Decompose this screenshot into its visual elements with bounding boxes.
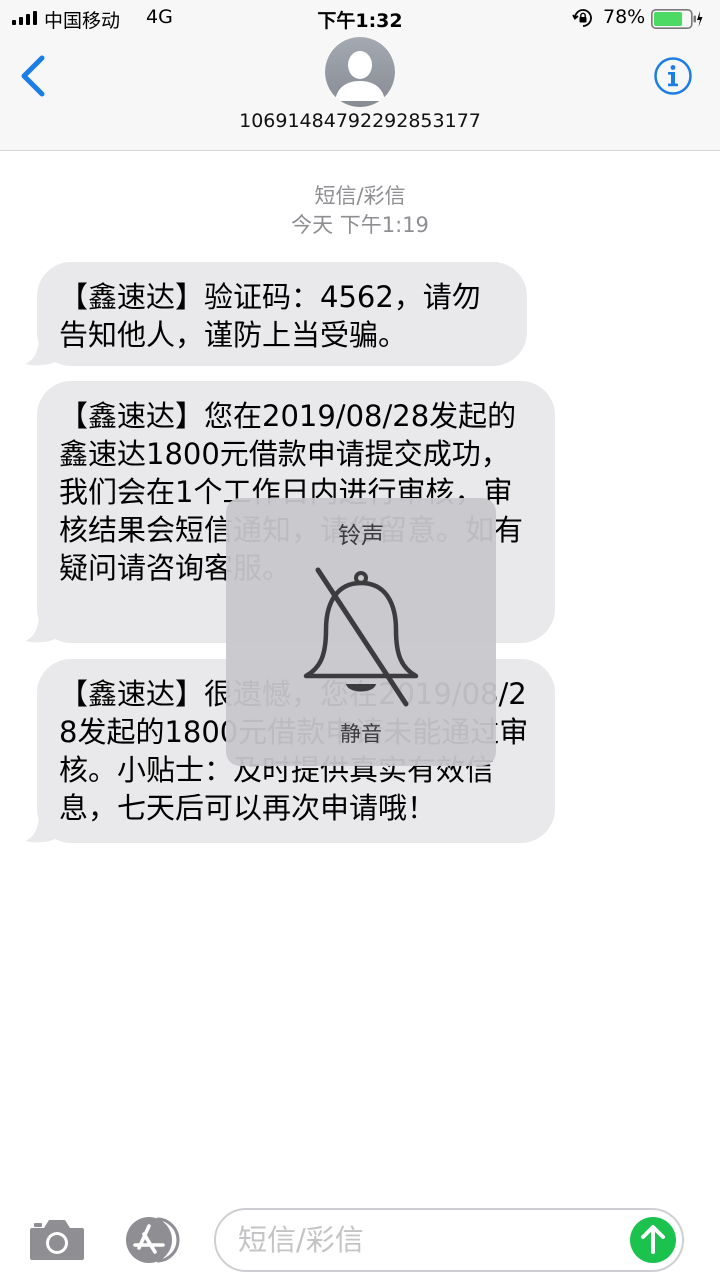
back-button[interactable] [16,54,52,98]
send-button[interactable] [630,1217,676,1263]
person-icon [325,37,395,107]
contact-name[interactable]: 10691484792292853177 [0,110,720,132]
arrow-up-icon [630,1217,676,1263]
app-store-button[interactable] [121,1216,183,1264]
contact-avatar[interactable] [325,37,395,107]
thread-timestamp: 今天 下午1:19 [291,213,429,237]
battery-percent: 78% [603,6,646,28]
status-bar: 中国移动 4G 下午1:32 78% [0,0,720,36]
message-type-label: 短信/彩信 [314,184,406,208]
battery-icon [651,9,703,29]
bell-slash-icon [303,567,419,707]
message-input[interactable] [214,1208,684,1272]
info-button[interactable] [653,56,693,96]
ringer-hud: 铃声 静音 [226,498,496,766]
camera-button[interactable] [28,1218,86,1262]
app-store-icon [126,1217,180,1263]
messages-screen: 10691484792292853177 中国移动 4G 下午1:32 78% … [0,0,720,1280]
message-bubble-received[interactable]: 【鑫速达】验证码：4562，请勿告知他人，谨防上当受骗。 [37,262,527,366]
info-icon [654,57,692,95]
ringer-hud-status: 静音 [340,722,382,746]
rotation-lock-icon [572,9,592,27]
chevron-left-icon [21,55,45,97]
ringer-hud-title: 铃声 [338,523,384,549]
camera-icon [30,1220,84,1260]
